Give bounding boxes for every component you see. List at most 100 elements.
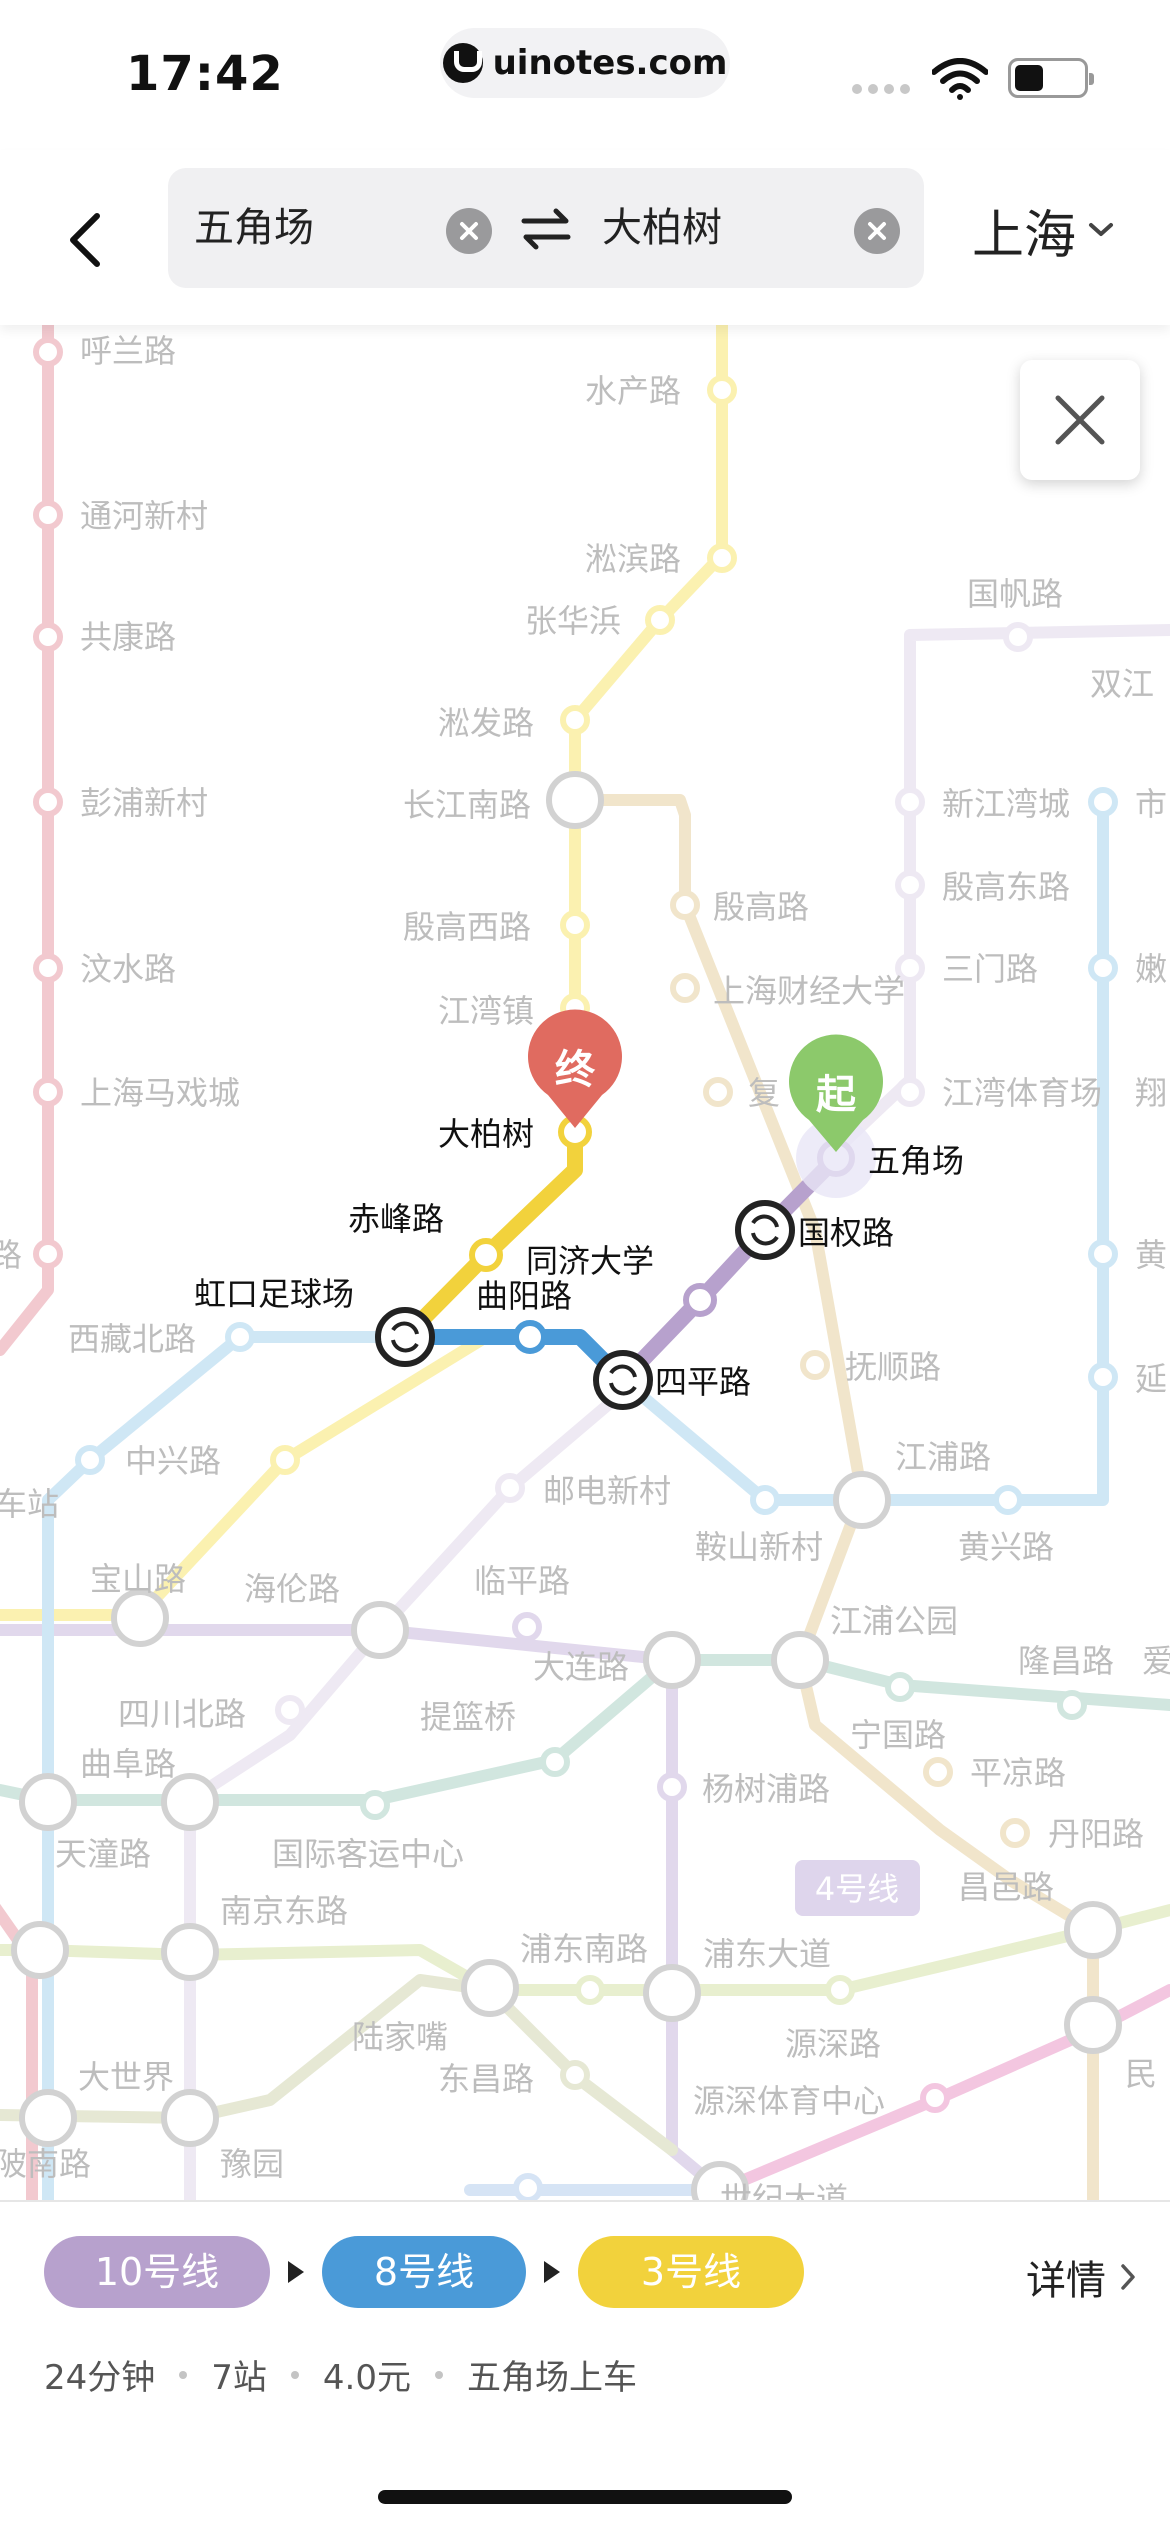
- svg-text:起: 起: [816, 1072, 857, 1118]
- svg-text:殷高西路: 殷高西路: [403, 908, 531, 946]
- svg-text:复: 复: [748, 1074, 780, 1112]
- svg-text:隆昌路: 隆昌路: [1018, 1642, 1114, 1680]
- origin-input[interactable]: 五角场: [194, 168, 314, 288]
- line-3-badge: 3号线: [578, 2236, 804, 2308]
- chevron-right-icon: [1121, 2264, 1135, 2290]
- clear-origin-button[interactable]: [446, 208, 492, 254]
- svg-text:临平路: 临平路: [474, 1562, 570, 1600]
- svg-text:张华浜: 张华浜: [525, 602, 621, 640]
- svg-text:大世界: 大世界: [78, 2058, 174, 2096]
- svg-text:天潼路: 天潼路: [55, 1835, 151, 1873]
- svg-text:殷高东路: 殷高东路: [942, 868, 1070, 906]
- svg-text:上海马戏城: 上海马戏城: [80, 1074, 240, 1112]
- svg-text:民: 民: [1125, 2055, 1157, 2093]
- svg-text:四平路: 四平路: [655, 1363, 751, 1401]
- svg-text:平凉路: 平凉路: [970, 1754, 1066, 1792]
- svg-text:江浦公园: 江浦公园: [830, 1602, 958, 1640]
- svg-text:车站: 车站: [0, 1485, 59, 1523]
- svg-text:终: 终: [555, 1047, 596, 1093]
- trip-duration: 24分钟: [44, 2358, 156, 2398]
- svg-text:淞发路: 淞发路: [438, 704, 534, 742]
- close-map-button[interactable]: [1020, 360, 1140, 480]
- dot-separator: [179, 2370, 188, 2379]
- details-button[interactable]: 详情: [1026, 2248, 1136, 2306]
- line-8-badge: 8号线: [322, 2236, 526, 2308]
- svg-text:国帆路: 国帆路: [967, 575, 1063, 613]
- svg-text:国际客运中心: 国际客运中心: [272, 1835, 464, 1873]
- svg-text:东昌路: 东昌路: [438, 2060, 534, 2098]
- route-line-badges: 10号线 8号线 3号线: [44, 2236, 804, 2308]
- city-label: 上海: [972, 205, 1077, 266]
- svg-text:长江南路: 长江南路: [403, 786, 531, 824]
- svg-text:陂南路: 陂南路: [0, 2145, 91, 2183]
- svg-text:四川北路: 四川北路: [118, 1695, 246, 1733]
- close-icon: [460, 222, 478, 240]
- svg-text:源深体育中心: 源深体育中心: [693, 2082, 885, 2120]
- svg-text:江湾镇: 江湾镇: [438, 992, 534, 1030]
- svg-text:江浦路: 江浦路: [895, 1438, 991, 1476]
- svg-text:宁国路: 宁国路: [850, 1716, 946, 1754]
- svg-text:虹口足球场: 虹口足球场: [194, 1275, 354, 1313]
- svg-text:黄兴路: 黄兴路: [958, 1528, 1054, 1566]
- trip-fare: 4.0元: [322, 2358, 411, 2398]
- svg-text:江湾体育场: 江湾体育场: [942, 1074, 1102, 1112]
- close-icon: [868, 222, 886, 240]
- svg-text:双江: 双江: [1090, 665, 1154, 703]
- home-indicator: [378, 2490, 792, 2504]
- clear-destination-button[interactable]: [854, 208, 900, 254]
- svg-text:中兴路: 中兴路: [125, 1442, 221, 1480]
- svg-text:抚顺路: 抚顺路: [845, 1348, 941, 1386]
- svg-text:三门路: 三门路: [942, 950, 1038, 988]
- svg-text:通河新村: 通河新村: [80, 497, 208, 535]
- svg-text:4号线: 4号线: [815, 1870, 899, 1908]
- svg-text:路: 路: [0, 1236, 22, 1274]
- svg-text:新江湾城: 新江湾城: [942, 785, 1070, 823]
- svg-text:翔: 翔: [1135, 1074, 1167, 1112]
- svg-text:共康路: 共康路: [80, 618, 176, 656]
- details-label: 详情: [1026, 2258, 1106, 2304]
- chevron-left-icon: [70, 213, 100, 267]
- route-input-box: 五角场 大柏树: [168, 168, 924, 288]
- svg-text:曲阜路: 曲阜路: [80, 1745, 176, 1783]
- dot-separator: [434, 2370, 443, 2379]
- svg-text:豫园: 豫园: [220, 2145, 284, 2183]
- route-search-header: 五角场 大柏树 上海: [0, 150, 1170, 325]
- svg-text:曲阳路: 曲阳路: [476, 1277, 572, 1315]
- svg-text:源深路: 源深路: [785, 2025, 881, 2063]
- svg-text:杨树浦路: 杨树浦路: [702, 1770, 830, 1808]
- svg-text:大连路: 大连路: [533, 1648, 629, 1686]
- svg-text:邮电新村: 邮电新村: [543, 1472, 671, 1510]
- swap-icon[interactable]: [520, 206, 572, 252]
- svg-text:浦东大道: 浦东大道: [703, 1935, 831, 1973]
- svg-text:水产路: 水产路: [585, 372, 681, 410]
- svg-text:西藏北路: 西藏北路: [68, 1320, 196, 1358]
- svg-text:国权路: 国权路: [798, 1214, 894, 1252]
- svg-text:上海财经大学: 上海财经大学: [713, 972, 905, 1010]
- svg-text:丹阳路: 丹阳路: [1048, 1815, 1144, 1853]
- svg-text:宝山路: 宝山路: [90, 1560, 186, 1598]
- trip-info: 24分钟 7站 4.0元 五角场上车: [44, 2350, 637, 2399]
- svg-text:南京东路: 南京东路: [220, 1892, 348, 1930]
- line-4-tag: 4号线: [795, 1860, 920, 1916]
- svg-text:市: 市: [1135, 785, 1167, 823]
- line-10-route: [615, 1150, 844, 1388]
- svg-text:延: 延: [1135, 1360, 1167, 1398]
- svg-text:赤峰路: 赤峰路: [348, 1200, 444, 1238]
- route-summary-panel[interactable]: 10号线 8号线 3号线 详情 24分钟 7站 4.0元 五角场上车: [0, 2200, 1170, 2532]
- back-button[interactable]: [50, 200, 120, 280]
- line-3-track-north: [569, 314, 728, 1016]
- svg-text:浦东南路: 浦东南路: [520, 1930, 648, 1968]
- city-selector[interactable]: 上海: [972, 190, 1114, 270]
- end-marker: 终: [528, 1009, 622, 1128]
- svg-text:殷高路: 殷高路: [713, 888, 809, 926]
- svg-text:爱: 爱: [1142, 1642, 1170, 1680]
- destination-input[interactable]: 大柏树: [602, 168, 722, 288]
- svg-text:黄: 黄: [1135, 1236, 1167, 1274]
- svg-text:大柏树: 大柏树: [438, 1115, 534, 1153]
- svg-text:鞍山新村: 鞍山新村: [695, 1528, 823, 1566]
- svg-text:昌邑路: 昌邑路: [958, 1868, 1054, 1906]
- line-10-badge: 10号线: [44, 2236, 270, 2308]
- boarding-station: 五角场上车: [466, 2358, 637, 2398]
- metro-map[interactable]: 终 起 4号线 呼兰路 通河新村 共康路 彭浦新村 汶水路 上海马戏城 路 西藏…: [0, 0, 1170, 2200]
- svg-text:陆家嘴: 陆家嘴: [352, 2018, 448, 2056]
